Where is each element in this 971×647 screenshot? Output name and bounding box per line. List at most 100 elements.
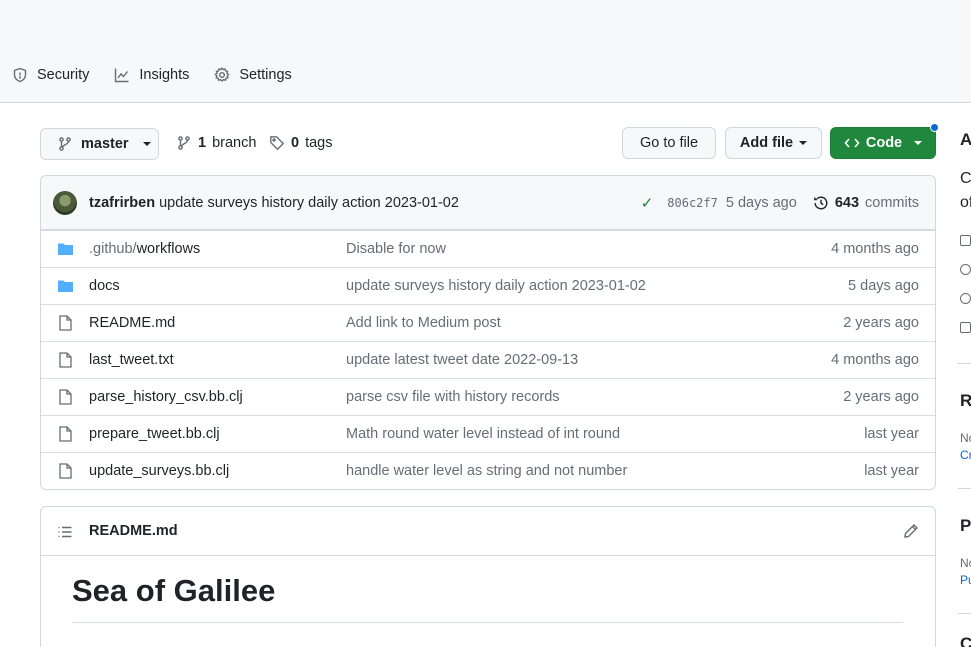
nav-settings-label: Settings — [239, 67, 292, 83]
readme-panel: README.md Sea of Galilee — [40, 506, 936, 647]
file-age: 2 years ago — [843, 389, 919, 405]
readme-filename[interactable]: README.md — [89, 523, 178, 539]
nav-insights[interactable]: Insights — [114, 67, 189, 83]
divider — [958, 363, 971, 364]
file-name[interactable]: update_surveys.bb.clj — [89, 463, 229, 479]
file-row[interactable]: .github/workflows Disable for now 4 mont… — [41, 230, 935, 267]
file-age: last year — [864, 426, 919, 442]
commit-author[interactable]: tzafrirben — [89, 195, 155, 211]
file-age: last year — [864, 463, 919, 479]
file-commit-message[interactable]: update latest tweet date 2022-09-13 — [346, 352, 578, 368]
file-name[interactable]: docs — [89, 278, 120, 294]
code-icon — [844, 138, 860, 148]
readme-heading: Sea of Galilee — [72, 573, 276, 608]
nav-security[interactable]: Security — [12, 67, 89, 83]
book-icon — [960, 235, 971, 246]
go-to-file-label: Go to file — [639, 135, 699, 151]
commit-sha[interactable]: 806c2f7 — [667, 196, 718, 210]
star-icon — [960, 264, 971, 275]
file-name[interactable]: README.md — [89, 315, 175, 331]
commit-count: 643 — [834, 195, 860, 211]
history-icon — [813, 196, 828, 210]
add-file-label: Add file — [739, 135, 794, 151]
commit-count-label: commits — [865, 195, 919, 211]
file-icon — [59, 315, 72, 331]
code-button[interactable]: Code — [830, 127, 936, 159]
branch-select-button[interactable]: master — [40, 128, 159, 160]
avatar[interactable] — [53, 190, 77, 215]
file-commit-message[interactable]: Disable for now — [346, 241, 446, 257]
file-age: 5 days ago — [848, 278, 919, 294]
file-row[interactable]: last_tweet.txt update latest tweet date … — [41, 341, 935, 378]
divider — [958, 613, 971, 614]
gear-icon — [214, 67, 231, 82]
file-commit-message[interactable]: handle water level as string and not num… — [346, 463, 627, 479]
shield-icon — [13, 67, 27, 83]
check-icon[interactable]: ✓ — [641, 194, 654, 212]
file-row[interactable]: prepare_tweet.bb.clj Math round water le… — [41, 415, 935, 452]
file-icon — [59, 352, 72, 368]
commit-age: 5 days ago — [725, 195, 797, 211]
folder-icon — [58, 280, 73, 292]
add-file-button[interactable]: Add file — [725, 127, 822, 159]
commits-history-link[interactable]: 643 commits — [813, 195, 919, 211]
about-description: C — [960, 170, 971, 187]
file-name[interactable]: .github/workflows — [89, 241, 200, 257]
nav-security-label: Security — [37, 67, 90, 83]
file-row[interactable]: docs update surveys history daily action… — [41, 267, 935, 304]
file-icon — [59, 463, 72, 479]
branch-name: master — [81, 136, 129, 152]
file-age: 4 months ago — [831, 241, 919, 257]
file-commit-message[interactable]: parse csv file with history records — [346, 389, 560, 405]
branch-count-label: branch — [212, 135, 257, 151]
tag-icon — [270, 136, 285, 151]
latest-commit-bar: tzafrirben update surveys history daily … — [41, 176, 935, 230]
divider — [72, 622, 903, 623]
eye-icon — [960, 293, 971, 304]
file-name[interactable]: prepare_tweet.bb.clj — [89, 426, 220, 442]
file-commit-message[interactable]: Math round water level instead of int ro… — [346, 426, 620, 442]
commit-message[interactable]: update surveys history daily action 2023… — [159, 195, 459, 211]
file-row[interactable]: update_surveys.bb.clj handle water level… — [41, 452, 935, 489]
about-sidebar-clipped: A C of R No Cr Pa No Pu C — [958, 120, 971, 647]
file-row[interactable]: parse_history_csv.bb.clj parse csv file … — [41, 378, 935, 415]
chevron-down-icon — [914, 141, 923, 145]
chevron-down-icon — [799, 141, 808, 145]
chevron-down-icon — [142, 142, 151, 146]
nav-insights-label: Insights — [139, 67, 190, 83]
graph-icon — [115, 68, 129, 83]
releases-empty: No — [960, 431, 971, 445]
about-description-2: of — [960, 194, 971, 211]
releases-heading[interactable]: R — [960, 391, 971, 411]
file-icon — [59, 426, 72, 442]
file-name[interactable]: last_tweet.txt — [89, 352, 174, 368]
file-commit-message[interactable]: update surveys history daily action 2023… — [346, 278, 646, 294]
go-to-file-button[interactable]: Go to file — [622, 127, 716, 159]
about-heading: A — [960, 130, 971, 149]
tag-count: 0 — [291, 135, 300, 151]
nav-settings[interactable]: Settings — [214, 67, 292, 83]
file-icon — [59, 389, 72, 405]
file-browser: tzafrirben update surveys history daily … — [40, 175, 936, 490]
packages-empty: No — [960, 556, 971, 570]
divider — [958, 488, 971, 489]
packages-heading[interactable]: Pa — [960, 516, 971, 536]
notification-dot — [930, 123, 939, 132]
file-row[interactable]: README.md Add link to Medium post 2 year… — [41, 304, 935, 341]
code-label: Code — [865, 135, 903, 151]
file-age: 2 years ago — [843, 315, 919, 331]
tags-link[interactable]: 0 tags — [269, 135, 333, 151]
repo-header: Security Insights Settings — [0, 0, 971, 103]
file-commit-message[interactable]: Add link to Medium post — [346, 315, 501, 331]
file-name[interactable]: parse_history_csv.bb.clj — [89, 389, 243, 405]
branches-link[interactable]: 1 branch — [176, 135, 256, 151]
sidebar-section-heading: C — [960, 634, 971, 647]
tag-count-label: tags — [305, 135, 333, 151]
branch-count: 1 — [198, 135, 207, 151]
create-release-link[interactable]: Cr — [960, 448, 971, 462]
list-unordered-icon[interactable] — [57, 524, 73, 540]
commit-meta: ✓ 806c2f7 5 days ago 643 commits — [641, 176, 919, 230]
publish-package-link[interactable]: Pu — [960, 573, 971, 587]
readme-header: README.md — [41, 507, 935, 556]
pencil-icon[interactable] — [903, 523, 919, 539]
